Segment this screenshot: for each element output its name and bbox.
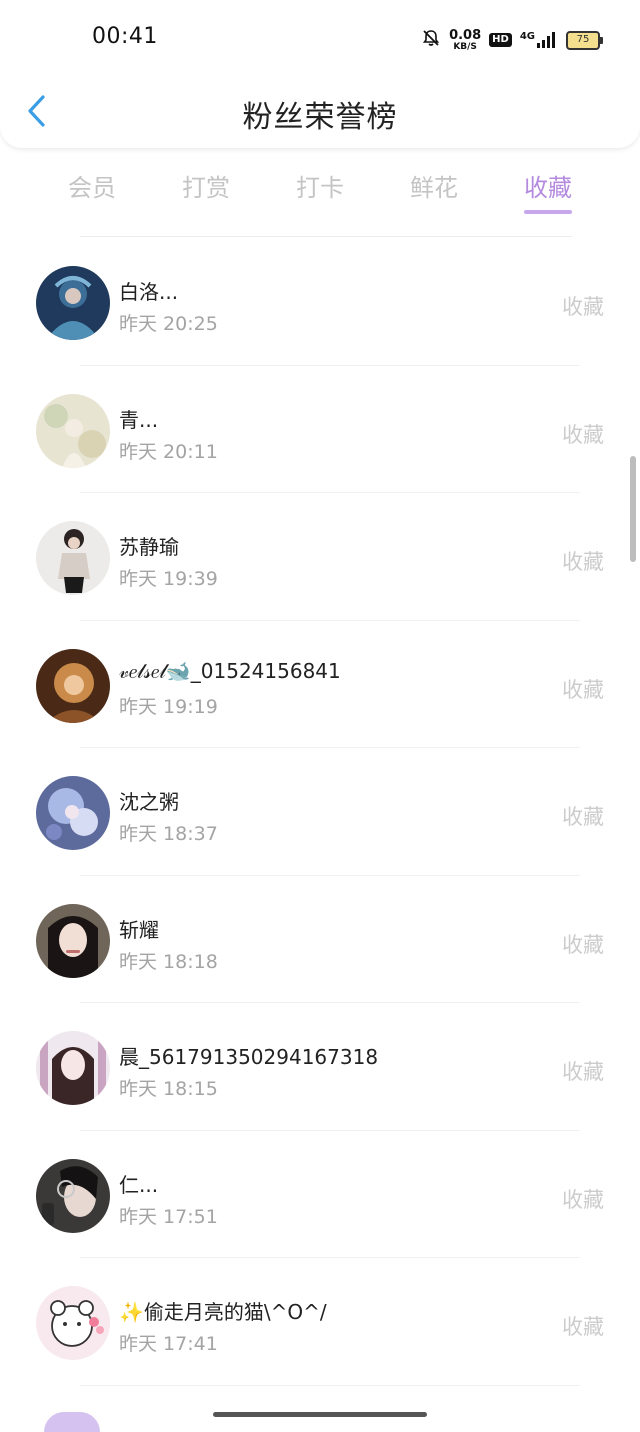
list-item[interactable]: 斩耀 昨天 18:18 收藏 bbox=[0, 876, 640, 1004]
list-item[interactable]: 晨_561791350294167318 昨天 18:15 收藏 bbox=[0, 1003, 640, 1131]
battery-icon: 75 bbox=[566, 30, 603, 50]
fan-name: 沈之粥 bbox=[119, 790, 179, 814]
fan-time: 昨天 20:25 bbox=[119, 313, 218, 335]
tab-flowers[interactable]: 鲜花 bbox=[377, 160, 491, 220]
list-item[interactable]: 沈之粥 昨天 18:37 收藏 bbox=[0, 748, 640, 876]
fan-time: 昨天 17:41 bbox=[119, 1333, 218, 1355]
bell-muted-icon bbox=[421, 28, 441, 52]
favorite-label: 收藏 bbox=[562, 805, 604, 829]
fan-time: 昨天 19:19 bbox=[119, 695, 218, 718]
fan-time: 昨天 17:51 bbox=[119, 1205, 218, 1228]
avatar bbox=[44, 1412, 100, 1432]
fan-list: 白洛... 昨天 20:25 收藏 青... 昨天 20:11 收藏 苏静瑜 昨… bbox=[0, 238, 640, 1386]
list-item[interactable]: ✨偷走月亮的猫\^O^/ 昨天 17:41 收藏 bbox=[0, 1258, 640, 1386]
divider bbox=[80, 236, 572, 237]
avatar[interactable] bbox=[36, 648, 110, 723]
avatar[interactable] bbox=[36, 1286, 110, 1360]
fan-name: 仁... bbox=[119, 1172, 159, 1197]
fan-name: 白洛... bbox=[119, 280, 179, 304]
header-card: 00:41 0.08 KB/S HD 4G 75 粉丝荣誉榜 bbox=[0, 0, 640, 148]
fan-name: 𝓋𝑒𝓁𝓈𝑒𝓁🐋_01524156841 bbox=[119, 658, 341, 683]
page-title: 粉丝荣誉榜 bbox=[242, 100, 398, 135]
favorite-label: 收藏 bbox=[562, 1315, 604, 1339]
avatar[interactable] bbox=[36, 521, 110, 595]
list-item[interactable]: 白洛... 昨天 20:25 收藏 bbox=[0, 238, 640, 366]
favorite-label: 收藏 bbox=[562, 550, 604, 574]
fan-name: 青... bbox=[119, 407, 159, 432]
favorite-label: 收藏 bbox=[562, 1187, 604, 1212]
network-speed: 0.08 KB/S bbox=[449, 27, 482, 52]
list-item[interactable]: 𝓋𝑒𝓁𝓈𝑒𝓁🐋_01524156841 昨天 19:19 收藏 bbox=[0, 621, 640, 749]
fan-name: 晨_561791350294167318 bbox=[119, 1045, 379, 1069]
fan-time: 昨天 18:18 bbox=[119, 950, 218, 973]
avatar[interactable] bbox=[36, 266, 110, 340]
list-item[interactable]: 青... 昨天 20:11 收藏 bbox=[0, 366, 640, 494]
status-icons: 0.08 KB/S HD 4G 75 bbox=[421, 26, 603, 54]
tab-checkin[interactable]: 打卡 bbox=[263, 160, 377, 220]
favorite-label: 收藏 bbox=[562, 295, 604, 319]
list-item[interactable]: 仁... 昨天 17:51 收藏 bbox=[0, 1131, 640, 1259]
scrollbar[interactable] bbox=[630, 456, 636, 562]
tab-bar: 会员 打赏 打卡 鲜花 收藏 bbox=[35, 160, 605, 220]
fan-name: ✨偷走月亮的猫\^O^/ bbox=[119, 1300, 327, 1324]
fan-time: 昨天 19:39 bbox=[119, 568, 218, 590]
favorite-label: 收藏 bbox=[562, 677, 604, 702]
avatar[interactable] bbox=[36, 1031, 110, 1105]
avatar[interactable] bbox=[36, 903, 110, 978]
avatar[interactable] bbox=[36, 776, 110, 850]
favorite-label: 收藏 bbox=[562, 422, 604, 447]
fan-time: 昨天 18:37 bbox=[119, 823, 218, 845]
fan-time: 昨天 18:15 bbox=[119, 1078, 218, 1100]
tab-member[interactable]: 会员 bbox=[35, 160, 149, 220]
fan-name: 斩耀 bbox=[119, 917, 159, 942]
avatar[interactable] bbox=[36, 1158, 110, 1233]
home-indicator[interactable] bbox=[213, 1412, 427, 1417]
list-item[interactable]: 苏静瑜 昨天 19:39 收藏 bbox=[0, 493, 640, 621]
favorite-label: 收藏 bbox=[562, 932, 604, 957]
tab-active-indicator bbox=[524, 210, 572, 214]
tab-favorites[interactable]: 收藏 bbox=[491, 160, 605, 220]
fan-time: 昨天 20:11 bbox=[119, 440, 218, 463]
tab-reward[interactable]: 打赏 bbox=[149, 160, 263, 220]
favorite-label: 收藏 bbox=[562, 1060, 604, 1084]
fan-name: 苏静瑜 bbox=[119, 535, 179, 559]
avatar[interactable] bbox=[36, 393, 110, 468]
signal-4g-icon: 4G bbox=[520, 31, 558, 49]
status-time: 00:41 bbox=[92, 24, 158, 49]
hd-badge: HD bbox=[489, 33, 512, 47]
